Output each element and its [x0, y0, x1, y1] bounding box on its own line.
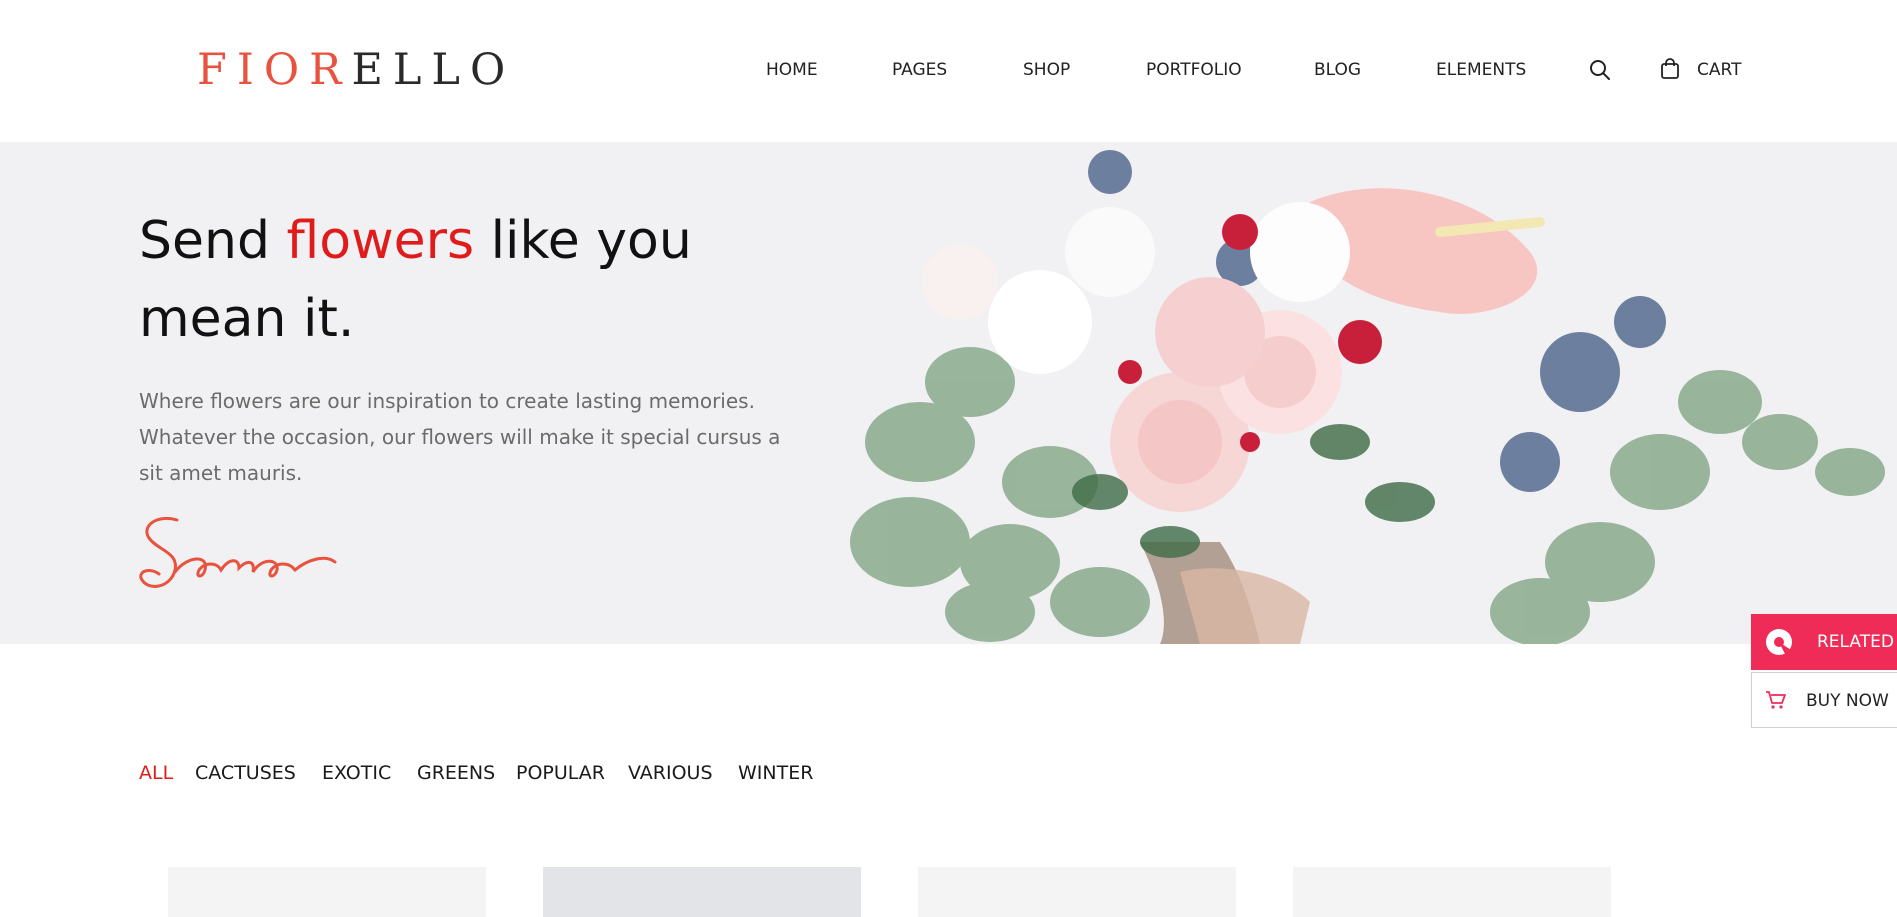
filter-various[interactable]: VARIOUS	[628, 760, 713, 786]
cart-link[interactable]: CART	[1697, 58, 1741, 82]
nav-home[interactable]: HOME	[766, 58, 818, 82]
logo-part-1: FIOR	[197, 45, 352, 95]
filter-cactuses[interactable]: CACTUSES	[195, 760, 296, 786]
related-button[interactable]: RELATED	[1751, 614, 1897, 670]
filter-popular[interactable]: POPULAR	[516, 760, 605, 786]
filter-exotic[interactable]: EXOTIC	[322, 760, 391, 786]
cart-icon	[1766, 691, 1786, 709]
site-header: FIORELLO HOME PAGES SHOP PORTFOLIO BLOG …	[0, 0, 1897, 142]
shopping-bag-icon[interactable]	[1660, 58, 1680, 80]
hero-description: Where flowers are our inspiration to cre…	[139, 389, 781, 485]
product-card[interactable]	[1293, 867, 1611, 917]
hero-title: Send flowers like you mean it.	[139, 202, 759, 358]
buy-now-label: BUY NOW	[1806, 691, 1889, 711]
hero-banner: Send flowers like you mean it. Where flo…	[0, 142, 1897, 644]
filter-all[interactable]: ALL	[139, 760, 173, 786]
nav-portfolio[interactable]: PORTFOLIO	[1146, 58, 1242, 82]
nav-elements[interactable]: ELEMENTS	[1436, 58, 1526, 82]
hero-title-prefix: Send	[139, 211, 287, 271]
product-card[interactable]	[918, 867, 1236, 917]
search-icon[interactable]	[1589, 59, 1611, 81]
related-icon	[1766, 629, 1792, 655]
nav-blog[interactable]: BLOG	[1314, 58, 1361, 82]
signature-sara	[139, 517, 337, 588]
buy-now-button[interactable]: BUY NOW	[1751, 672, 1897, 728]
flower-bouquet-image	[840, 142, 1897, 644]
filter-greens[interactable]: GREENS	[417, 760, 495, 786]
logo-part-2: ELLO	[351, 45, 516, 95]
product-card[interactable]	[543, 867, 861, 917]
product-card[interactable]	[168, 867, 486, 917]
filter-winter[interactable]: WINTER	[738, 760, 813, 786]
nav-shop[interactable]: SHOP	[1023, 58, 1070, 82]
nav-pages[interactable]: PAGES	[892, 58, 947, 82]
site-logo[interactable]: FIORELLO	[197, 44, 515, 96]
hero-title-accent: flowers	[286, 211, 475, 271]
related-label: RELATED	[1817, 632, 1894, 652]
